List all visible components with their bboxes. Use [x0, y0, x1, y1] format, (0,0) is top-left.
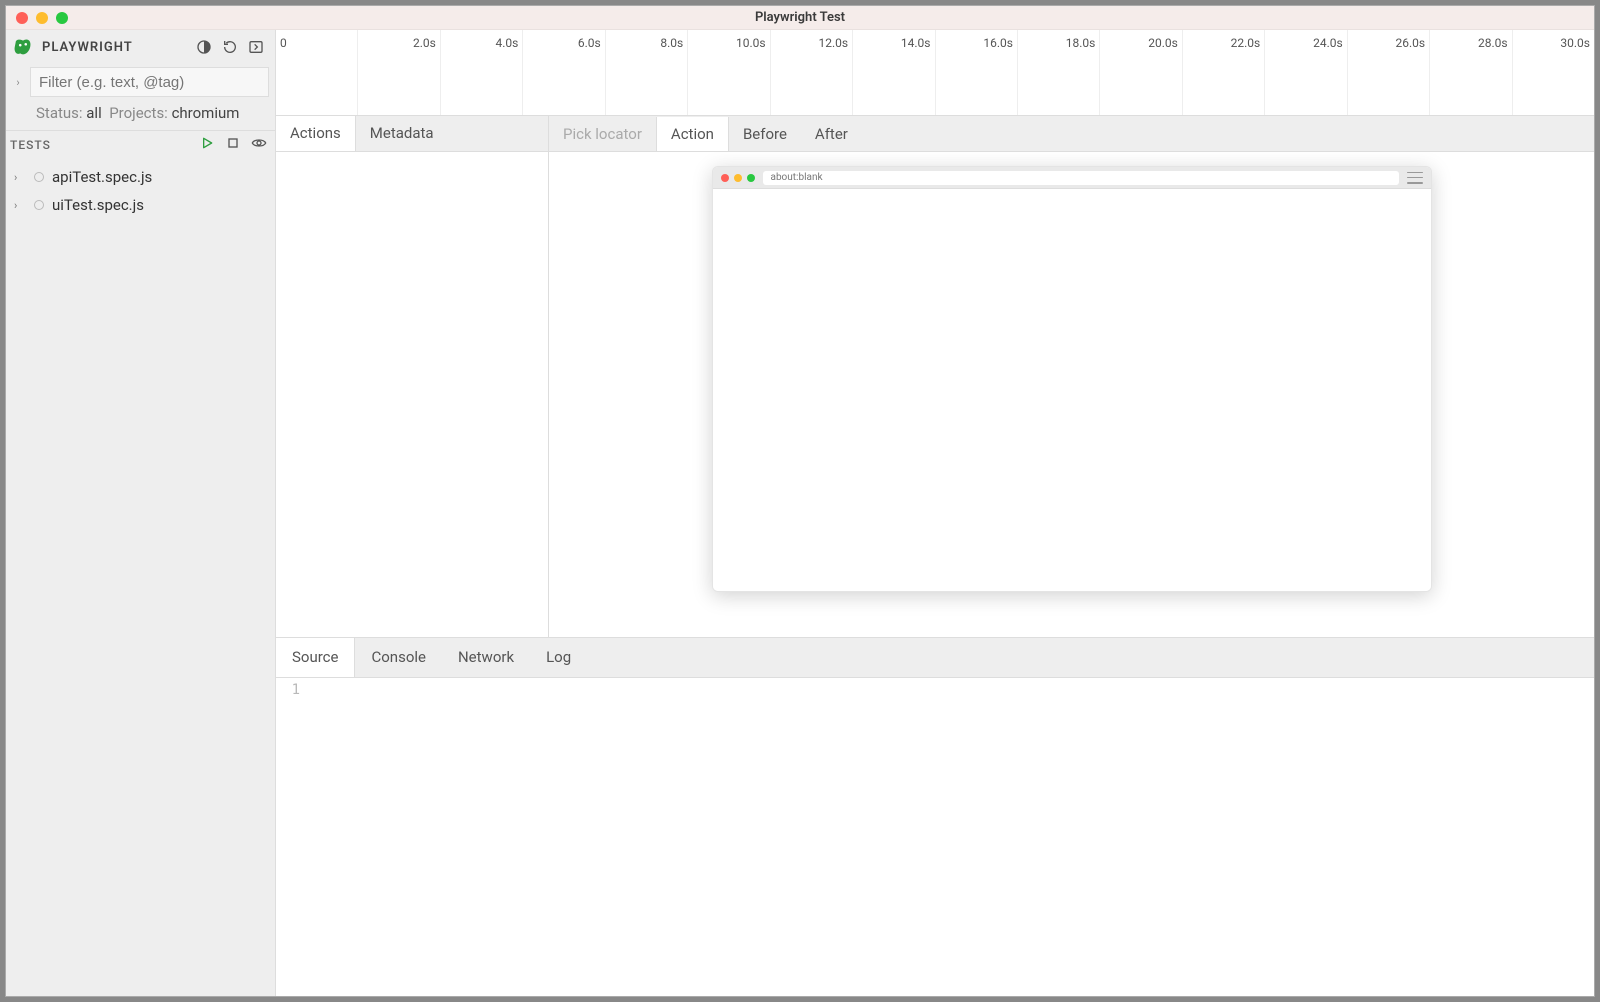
source-code-area[interactable] — [308, 678, 1594, 996]
reload-icon[interactable] — [221, 38, 239, 56]
chevron-right-icon: › — [14, 199, 26, 212]
playwright-logo-icon — [12, 36, 34, 58]
run-all-button[interactable] — [199, 135, 215, 155]
timeline-tick: 10.0s — [688, 30, 770, 115]
timeline-tick: 2.0s — [358, 30, 440, 115]
bottom-panel: Source Console Network Log 1 — [276, 638, 1594, 996]
filter-expand-chevron-icon[interactable]: › — [12, 76, 24, 89]
sidebar: PLAYWRIGHT › Status: — [6, 30, 276, 996]
tab-actions[interactable]: Actions — [276, 116, 356, 151]
tests-tree: › apiTest.spec.js › uiTest.spec.js — [6, 159, 275, 223]
tab-after[interactable]: After — [801, 117, 862, 151]
timeline[interactable]: 0 2.0s 4.0s 6.0s 8.0s 10.0s 12.0s 14.0s … — [276, 30, 1594, 116]
timeline-tick: 22.0s — [1183, 30, 1265, 115]
source-gutter: 1 — [276, 678, 308, 996]
timeline-tick: 6.0s — [523, 30, 605, 115]
test-file-item[interactable]: › uiTest.spec.js — [6, 191, 275, 219]
toggle-sidebar-icon[interactable] — [247, 38, 265, 56]
sidebar-title: PLAYWRIGHT — [42, 40, 187, 55]
timeline-tick: 26.0s — [1348, 30, 1430, 115]
tab-metadata[interactable]: Metadata — [356, 116, 449, 151]
status-line: Status: all Projects: chromium — [6, 100, 275, 130]
window-minimize-icon[interactable] — [36, 12, 48, 24]
stop-button[interactable] — [225, 135, 241, 155]
window-traffic-lights[interactable] — [16, 12, 68, 24]
tab-network[interactable]: Network — [442, 638, 530, 677]
chevron-right-icon: › — [14, 171, 26, 184]
timeline-tick: 30.0s — [1513, 30, 1594, 115]
preview-browser: about:blank — [712, 166, 1432, 592]
mini-min-icon — [734, 174, 742, 182]
mini-traffic-lights — [721, 174, 755, 182]
status-dot-icon — [34, 200, 44, 210]
tests-header: TESTS — [6, 130, 275, 159]
mini-url-bar: about:blank — [763, 171, 1399, 185]
mini-close-icon — [721, 174, 729, 182]
actions-pane: Actions Metadata — [276, 116, 549, 637]
theme-toggle-icon[interactable] — [195, 38, 213, 56]
tab-log[interactable]: Log — [530, 638, 587, 677]
timeline-tick: 24.0s — [1265, 30, 1347, 115]
timeline-tick: 20.0s — [1100, 30, 1182, 115]
timeline-tick: 28.0s — [1430, 30, 1512, 115]
titlebar: Playwright Test — [6, 6, 1594, 30]
window-title: Playwright Test — [6, 10, 1594, 25]
tab-source[interactable]: Source — [276, 638, 355, 677]
timeline-tick: 14.0s — [853, 30, 935, 115]
test-file-label: apiTest.spec.js — [52, 168, 152, 186]
window-zoom-icon[interactable] — [56, 12, 68, 24]
window-close-icon[interactable] — [16, 12, 28, 24]
filter-input[interactable] — [30, 67, 269, 97]
preview-pane: Pick locator Action Before After — [549, 116, 1594, 637]
test-file-item[interactable]: › apiTest.spec.js — [6, 163, 275, 191]
timeline-tick: 16.0s — [936, 30, 1018, 115]
hamburger-menu-icon[interactable] — [1407, 172, 1423, 184]
mini-max-icon — [747, 174, 755, 182]
timeline-tick: 4.0s — [441, 30, 523, 115]
sidebar-header: PLAYWRIGHT — [6, 30, 275, 64]
tab-action[interactable]: Action — [656, 117, 729, 151]
status-dot-icon — [34, 172, 44, 182]
pick-locator-button[interactable]: Pick locator — [549, 117, 656, 151]
timeline-tick: 18.0s — [1018, 30, 1100, 115]
tab-before[interactable]: Before — [729, 117, 801, 151]
tests-heading: TESTS — [10, 138, 199, 152]
test-file-label: uiTest.spec.js — [52, 196, 144, 214]
timeline-tick: 12.0s — [771, 30, 853, 115]
timeline-tick: 0 — [276, 30, 358, 115]
mini-browser-viewport — [713, 189, 1431, 591]
timeline-tick: 8.0s — [606, 30, 688, 115]
tab-console[interactable]: Console — [355, 638, 442, 677]
watch-icon[interactable] — [251, 135, 267, 155]
